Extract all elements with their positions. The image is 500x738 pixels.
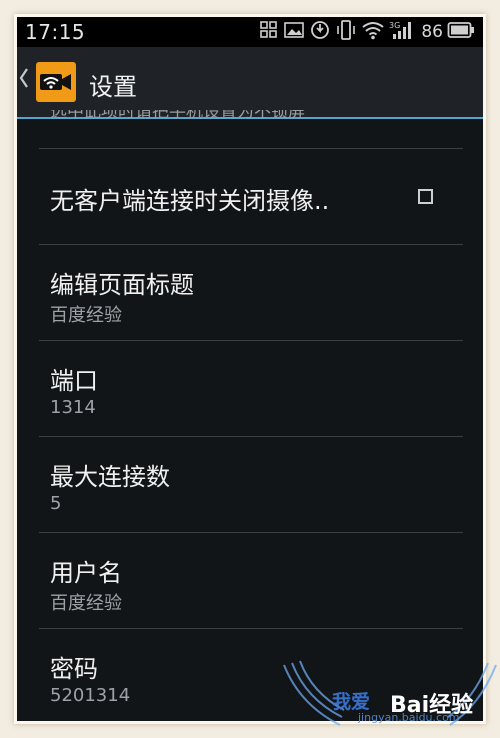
watermark-url: jingyan.baidu.com xyxy=(358,711,460,724)
setting-summary: 5 xyxy=(50,493,62,514)
setting-summary: 百度经验 xyxy=(50,305,122,326)
watermark-text: 我爱 xyxy=(332,691,371,713)
signal-3g-icon: 3G xyxy=(389,20,415,44)
vibrate-icon xyxy=(335,19,357,45)
setting-summary: 5201314 xyxy=(50,685,131,706)
status-time: 17:15 xyxy=(25,20,86,44)
setting-title: 用户名 xyxy=(50,559,122,587)
svg-text:3G: 3G xyxy=(389,21,400,30)
status-icons: 3G 86 xyxy=(259,19,475,45)
grid-icon xyxy=(259,20,279,44)
setting-max-connections[interactable]: 最大连接数 5 xyxy=(17,437,483,532)
battery-icon xyxy=(447,21,475,43)
setting-title: 端口 xyxy=(50,367,98,395)
setting-summary: 百度经验 xyxy=(50,593,122,614)
webcam-wifi-icon[interactable] xyxy=(36,62,76,102)
setting-title: 最大连接数 xyxy=(50,463,170,491)
close-camera-checkbox[interactable] xyxy=(418,189,433,204)
setting-username[interactable]: 用户名 百度经验 xyxy=(17,533,483,628)
setting-edit-page-title[interactable]: 编辑页面标题 百度经验 xyxy=(17,245,483,340)
image-icon xyxy=(283,20,305,44)
page-title: 设置 xyxy=(89,73,137,101)
status-bar: 17:15 3G 86 xyxy=(17,17,483,47)
chevron-left-icon[interactable] xyxy=(19,66,29,96)
partial-summary-label: 选中此项时请把手机设置为不锁屏 xyxy=(50,110,305,122)
setting-close-camera-no-client[interactable]: 无客户端连接时关闭摄像.. xyxy=(17,149,483,244)
setting-title: 编辑页面标题 xyxy=(50,271,194,299)
baidu-jingyan-watermark: 我爱 Bai经验 jingyan.baidu.com xyxy=(280,655,500,738)
wifi-icon xyxy=(361,20,385,44)
phone-screen: 17:15 3G 86 设置 选中此项时请把手机设置为不锁屏 无客户端连接时关闭… xyxy=(17,17,483,721)
setting-summary: 1314 xyxy=(50,397,96,418)
setting-title: 密码 xyxy=(50,655,98,683)
partial-summary-text: 选中此项时请把手机设置为不锁屏 xyxy=(50,110,305,128)
action-bar: 设置 xyxy=(17,47,483,119)
battery-level: 86 xyxy=(421,22,443,42)
setting-port[interactable]: 端口 1314 xyxy=(17,341,483,436)
setting-title: 无客户端连接时关闭摄像.. xyxy=(50,187,330,215)
sync-icon xyxy=(309,19,331,45)
